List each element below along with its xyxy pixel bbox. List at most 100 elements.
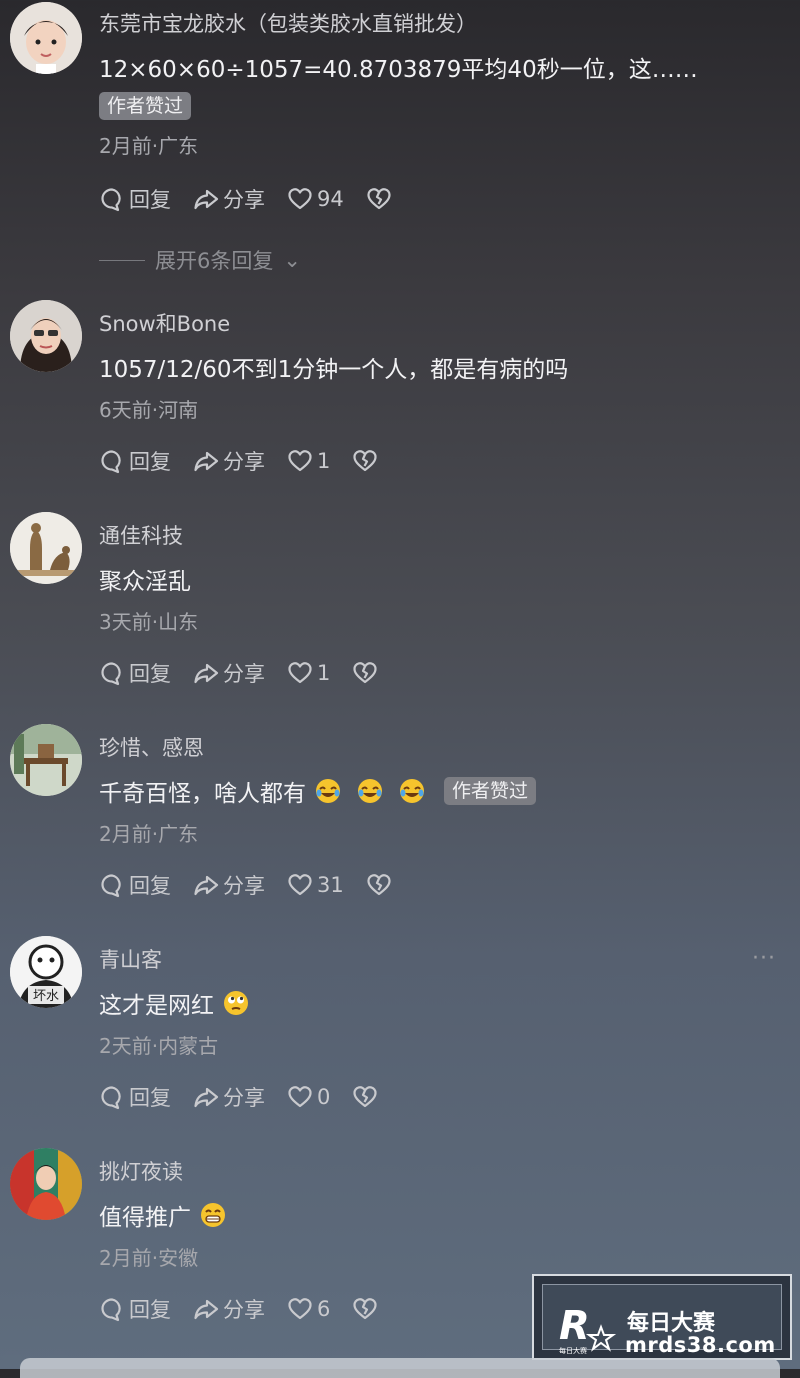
comment-body: 这才是网红: [99, 993, 214, 1019]
like-count: 1: [317, 661, 331, 685]
comment-meta: 2天前·内蒙古: [99, 1034, 219, 1058]
reply-label: 回复: [129, 874, 171, 898]
author-liked-badge: 作者赞过: [444, 777, 537, 805]
like-count: 31: [317, 873, 344, 897]
reply-button[interactable]: 回复: [99, 870, 171, 900]
comment-text: 聚众淫乱: [99, 562, 191, 596]
like-button[interactable]: 6: [287, 1296, 330, 1322]
heart-icon: [287, 660, 313, 686]
like-button[interactable]: 0: [287, 1084, 330, 1110]
broken-heart-icon: [352, 660, 378, 686]
comment-text: 12×60×60÷1057=40.8703879平均40秒一位，这……: [99, 50, 698, 84]
reply-label: 回复: [129, 662, 171, 686]
like-button[interactable]: 31: [287, 872, 344, 898]
comment-bubble-icon: [99, 1296, 125, 1322]
expand-replies-label: 展开6条回复: [155, 249, 274, 273]
share-button[interactable]: 分享: [193, 446, 265, 476]
reply-button[interactable]: 回复: [99, 658, 171, 688]
share-arrow-icon: [193, 1084, 219, 1110]
comment-actions: 回复 分享 0: [99, 1082, 400, 1112]
broken-heart-icon: [366, 186, 392, 212]
like-button[interactable]: 1: [287, 660, 330, 686]
dislike-button[interactable]: [352, 1084, 378, 1110]
share-button[interactable]: 分享: [193, 184, 265, 214]
share-button[interactable]: 分享: [193, 1082, 265, 1112]
comment-text: 这才是网红: [99, 986, 250, 1020]
broken-heart-icon: [366, 872, 392, 898]
heart-icon: [287, 872, 313, 898]
dislike-button[interactable]: [366, 872, 392, 898]
share-button[interactable]: 分享: [193, 658, 265, 688]
laughing-emoji-icon: [398, 777, 426, 805]
avatar[interactable]: [10, 300, 82, 372]
reply-label: 回复: [129, 1086, 171, 1110]
comment-body: 聚众淫乱: [99, 569, 191, 595]
comment-meta: 6天前·河南: [99, 398, 199, 422]
comment-bubble-icon: [99, 448, 125, 474]
like-button[interactable]: 1: [287, 448, 330, 474]
avatar[interactable]: [10, 512, 82, 584]
avatar[interactable]: [10, 2, 82, 74]
dislike-button[interactable]: [352, 1296, 378, 1322]
comment-bubble-icon: [99, 660, 125, 686]
rolling-eyes-emoji-icon: [222, 989, 250, 1017]
username[interactable]: 珍惜、感恩: [99, 732, 204, 762]
comment-bubble-icon: [99, 872, 125, 898]
expand-replies-button[interactable]: 展开6条回复 ⌄: [99, 245, 301, 275]
comment-text: 千奇百怪，啥人都有 作者赞过: [99, 774, 537, 808]
reply-button[interactable]: 回复: [99, 446, 171, 476]
username[interactable]: 青山客: [99, 944, 162, 974]
share-arrow-icon: [193, 660, 219, 686]
comment-actions: 回复 分享 6: [99, 1294, 400, 1324]
input-bar-edge[interactable]: [20, 1358, 780, 1378]
comment-meta: 2月前·广东: [99, 822, 199, 846]
comment-body: 值得推广: [99, 1205, 191, 1231]
comment-bubble-icon: [99, 186, 125, 212]
avatar-text: 坏水: [33, 989, 59, 1004]
reply-label: 回复: [129, 450, 171, 474]
username[interactable]: Snow和Bone: [99, 308, 230, 338]
comment-bubble-icon: [99, 1084, 125, 1110]
dislike-button[interactable]: [352, 448, 378, 474]
avatar[interactable]: [10, 724, 82, 796]
username[interactable]: 东莞市宝龙胶水（包装类胶水直销批发）: [99, 8, 477, 38]
reply-button[interactable]: 回复: [99, 184, 171, 214]
share-label: 分享: [223, 1298, 265, 1322]
broken-heart-icon: [352, 1296, 378, 1322]
dislike-button[interactable]: [352, 660, 378, 686]
share-button[interactable]: 分享: [193, 870, 265, 900]
username[interactable]: 通佳科技: [99, 520, 183, 550]
chevron-down-icon: ⌄: [283, 248, 301, 272]
comment-actions: 回复 分享 94: [99, 184, 414, 214]
dislike-button[interactable]: [366, 186, 392, 212]
watermark-panel: R 每日大赛 每日大赛 mrds38.com: [542, 1284, 782, 1357]
heart-icon: [287, 1084, 313, 1110]
share-button[interactable]: 分享: [193, 1294, 265, 1324]
broken-heart-icon: [352, 1084, 378, 1110]
watermark: R 每日大赛 每日大赛 mrds38.com: [532, 1274, 792, 1360]
heart-icon: [287, 186, 313, 212]
svg-text:R: R: [559, 1303, 590, 1349]
comment-body: 1057/12/60不到1分钟一个人，都是有病的吗: [99, 357, 569, 383]
reply-button[interactable]: 回复: [99, 1294, 171, 1324]
author-liked-row: 作者赞过: [99, 92, 192, 120]
divider: [99, 259, 145, 261]
reply-button[interactable]: 回复: [99, 1082, 171, 1112]
laughing-emoji-icon: [356, 777, 384, 805]
comment-body: 千奇百怪，啥人都有: [99, 781, 306, 807]
comment-actions: 回复 分享 1: [99, 658, 400, 688]
avatar[interactable]: 坏水: [10, 936, 82, 1008]
username[interactable]: 挑灯夜读: [99, 1156, 183, 1186]
comment-meta: 2月前·广东: [99, 134, 199, 158]
like-count: 1: [317, 449, 331, 473]
comment-meta: 3天前·山东: [99, 610, 199, 634]
grin-emoji-icon: [199, 1201, 227, 1229]
laughing-emoji-icon: [314, 777, 342, 805]
logo-small-text: 每日大赛: [559, 1346, 587, 1355]
like-button[interactable]: 94: [287, 186, 344, 212]
more-options-button[interactable]: ···: [752, 946, 776, 971]
like-count: 94: [317, 187, 344, 211]
like-count: 6: [317, 1297, 331, 1321]
avatar[interactable]: [10, 1148, 82, 1220]
share-arrow-icon: [193, 872, 219, 898]
